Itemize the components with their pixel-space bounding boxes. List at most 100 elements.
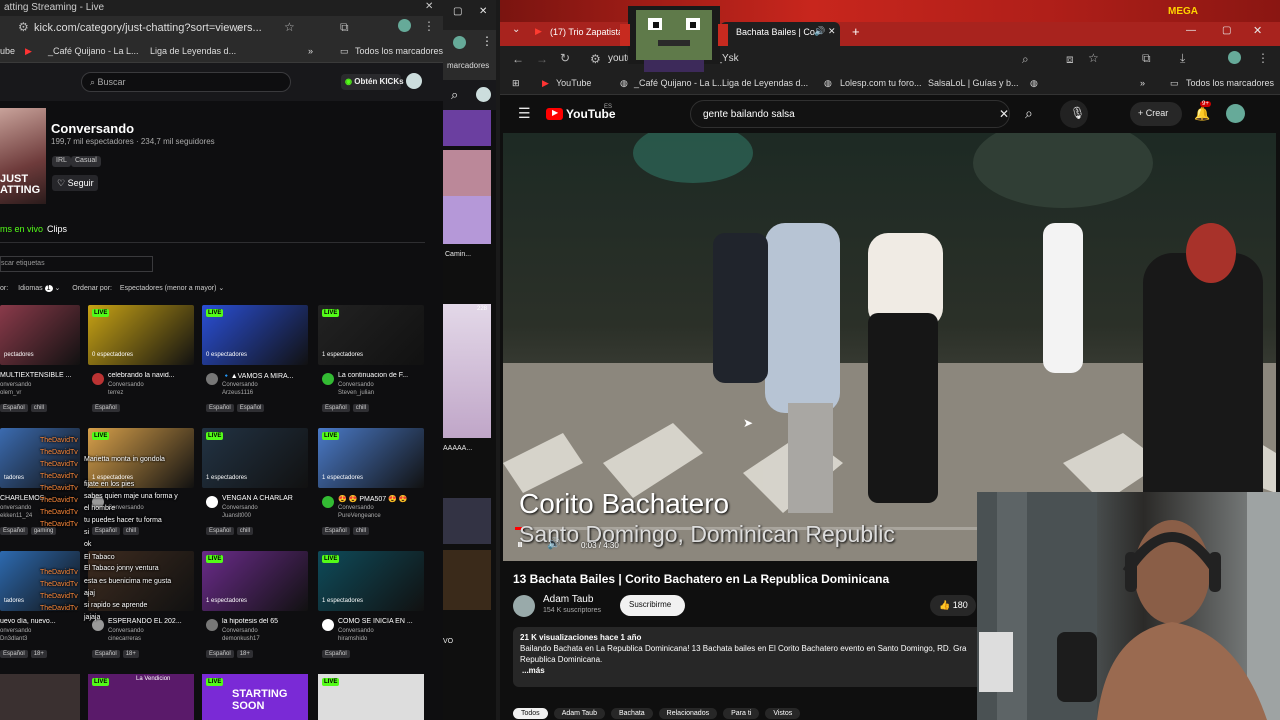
streamer-avatar[interactable] [322,496,334,508]
window-close-icon[interactable]: ▢ [453,6,462,17]
stream-thumbnail[interactable]: pectadores [0,305,80,365]
clear-search-icon[interactable]: ✕ [999,107,1009,121]
tag-chip[interactable]: Español [92,404,120,412]
back-icon[interactable]: ← [512,52,524,66]
stream-card[interactable]: LIVE 1 espectadores 😍 😍 PMA507 😍 😍 Conversa… [318,428,424,544]
stream-card[interactable]: LIVE 0 espectadores celebrando la navid...… [88,305,194,421]
stream-thumbnail[interactable]: LIVE [318,674,424,720]
stream-thumbnail[interactable]: LIVE 1 espectadores [202,428,308,488]
download-icon[interactable]: ⤓ [1180,51,1185,66]
tag-chip[interactable]: chill [352,527,370,535]
filter-chip[interactable]: Para ti [723,708,760,719]
all-bookmarks-link[interactable]: Todos los marcadores [1186,78,1274,88]
stream-thumbnail[interactable] [443,498,491,544]
tab-clips[interactable]: Clips [47,224,67,234]
bookmark-item[interactable]: SalsaLoL | Guías y b... [928,78,1019,88]
left-tab-title[interactable]: atting Streaming - Live [4,2,104,13]
filter-chip[interactable]: Bachata [610,708,653,719]
hamburger-menu-icon[interactable]: ☰ [518,105,531,122]
stream-card[interactable]: LIVE 1 espectadores La continuacion de F..… [318,305,424,421]
streamer-avatar[interactable] [92,373,104,385]
more-bookmarks-icon[interactable]: » [308,46,313,56]
filter-chip[interactable]: Todos [513,708,548,719]
extensions-icon[interactable]: ⧉ [1142,51,1151,66]
tag-chip[interactable]: Español [236,404,265,412]
bookmark-star-icon[interactable]: ☆ [284,20,295,34]
stream-thumbnail[interactable]: LIVE 1 espectadores [202,551,308,611]
streamer-name[interactable]: PureVengeance [338,513,381,519]
stream-thumbnail[interactable] [443,110,491,146]
streamer-name[interactable]: ekken11_24 [0,513,32,519]
tab-list-icon[interactable]: ⌄ [512,24,520,35]
search-icon[interactable]: ⌕ [1025,105,1033,122]
streamer-avatar[interactable] [206,496,218,508]
tag-chip[interactable]: Español [0,650,28,658]
tag-chip[interactable]: chill [236,527,254,535]
site-info-icon[interactable]: ⚙ [590,52,601,66]
category-chip[interactable]: Casual [71,156,101,167]
kick-search-input[interactable]: ⌕ Buscar [81,72,291,92]
window-close-icon[interactable]: ✕ [1253,24,1262,37]
volume-icon[interactable]: 🔊 [547,537,561,550]
tag-chip[interactable]: chill [30,404,48,412]
zoom-icon[interactable]: ⌕ [1022,52,1029,67]
stream-thumbnail[interactable]: LIVE 0 espectadores [88,305,194,365]
stream-thumbnail[interactable]: 228 [443,304,491,438]
left-url-bar[interactable]: kick.com/category/just-chatting?sort=vie… [34,22,262,34]
category-chip[interactable]: IRL [52,156,71,167]
stream-thumbnail[interactable]: LIVE 1 espectadores [318,305,424,365]
bookmark-item[interactable]: YouTube [556,78,591,88]
cast-icon[interactable]: ⧈ [1066,52,1074,67]
tag-chip[interactable]: Español [206,404,234,412]
channel-avatar[interactable] [513,595,535,617]
youtube-search-input[interactable]: gente bailando salsa [690,100,1010,128]
tag-chip[interactable]: Español [0,404,28,412]
stream-card[interactable]: pectadores MULTIEXTENSIBLE ... onversando o… [0,305,80,421]
reload-icon[interactable]: ↻ [560,51,570,65]
tag-chip[interactable]: gaming [30,527,57,535]
streamer-name[interactable]: Steven_julian [338,390,374,396]
tag-chip[interactable]: Español [92,650,120,658]
zoom-icon[interactable]: ⌕ [236,21,243,36]
bookmark-item[interactable]: _Café Quijano - La L... [634,78,725,88]
site-info-icon[interactable]: ⚙ [18,20,29,34]
streamer-name[interactable]: Arzeus1116 [222,390,253,396]
stream-thumbnail[interactable] [443,150,491,196]
pause-icon[interactable]: ⏸ [517,537,523,552]
streamer-avatar[interactable] [206,619,218,631]
bookmark-star-icon[interactable]: ☆ [1088,51,1099,65]
streamer-name[interactable]: olem_vr [0,390,21,396]
stream-thumbnail[interactable]: LIVE 1 espectadores [318,551,424,611]
window-minimize-icon[interactable]: — [1186,25,1196,36]
tab-close-icon[interactable]: ✕ [425,1,433,12]
stream-thumbnail[interactable]: LIVE STARTING SOON [202,674,308,720]
extensions-icon[interactable]: ⧉ [340,20,349,35]
streamer-name[interactable]: terrez [108,390,123,396]
profile-avatar-icon[interactable] [398,19,411,32]
bookmark-item[interactable]: _Café Quijano - La L... [48,46,139,56]
stream-thumbnail[interactable] [443,550,491,610]
window-min-icon[interactable]: ✕ [479,6,487,17]
streamer-avatar[interactable] [206,373,218,385]
browser-menu-icon[interactable]: ⋮ [423,19,435,33]
follow-button[interactable]: ♡ Seguir [52,175,98,191]
filter-chip[interactable]: Adam Taub [553,708,605,719]
show-more-link[interactable]: ...más [522,665,976,676]
languages-filter[interactable]: Idiomas 1 ⌄ [18,285,60,292]
tag-chip[interactable]: Español [322,527,350,535]
voice-search-icon[interactable]: 🎙 [1060,100,1088,128]
tag-chip[interactable]: 18+ [30,650,47,658]
tab-bachata-bailes[interactable]: Bachata Bailes | Co 🔊 ✕ [720,22,840,46]
tag-chip[interactable]: 18+ [236,650,253,658]
tag-chip[interactable]: Español [322,404,350,412]
profile-avatar-icon[interactable] [453,36,466,49]
all-bookmarks-link[interactable]: Todos los marcadores [355,46,443,56]
profile-avatar-icon[interactable] [1228,51,1241,64]
streamer-name[interactable]: demonkush17 [222,636,260,642]
channel-name[interactable]: Adam Taub [543,594,593,605]
streamer-name[interactable]: hiramshido [338,636,367,642]
streamer-name[interactable]: Dn3dlant3 [0,636,27,642]
streamer-avatar[interactable] [322,619,334,631]
streamer-avatar[interactable] [322,373,334,385]
stream-card[interactable]: LIVE 0 espectadores 🔹▲VAMOS A MIRA... Conve… [202,305,308,421]
